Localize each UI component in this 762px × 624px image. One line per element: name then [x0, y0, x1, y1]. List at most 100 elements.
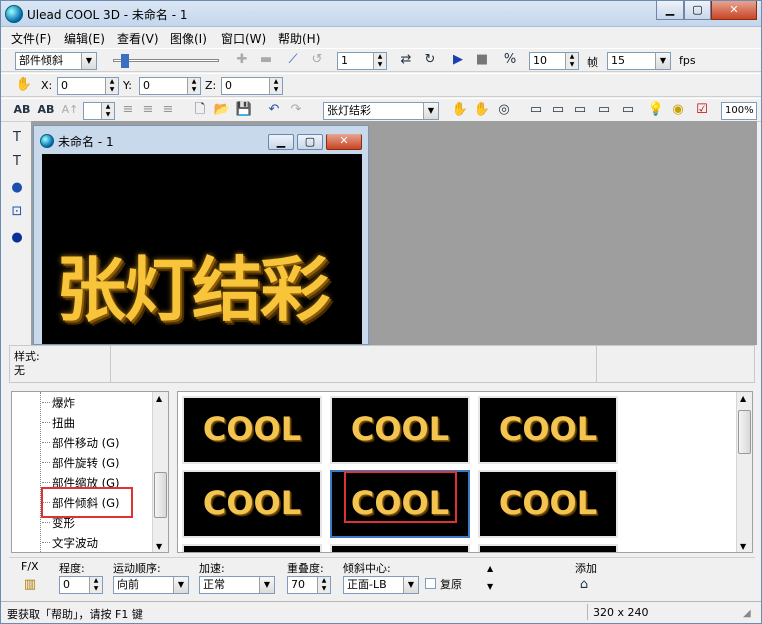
align-center-icon[interactable]: ≡ — [139, 101, 157, 119]
sphere-icon[interactable]: ● — [8, 229, 26, 247]
canvas[interactable]: 张灯结彩 — [42, 154, 362, 344]
remove-frame-icon[interactable]: ▬ — [257, 51, 275, 69]
menu-image[interactable]: 图像(I) — [170, 30, 207, 47]
new-file-icon[interactable]: 🗋 — [191, 101, 209, 119]
fps-select[interactable]: 15 ▼ — [607, 52, 671, 70]
order-select[interactable]: 向前 ▼ — [113, 576, 189, 594]
move-object-icon[interactable]: ✋ — [451, 101, 469, 119]
y-field[interactable]: 0 ▲ ▼ — [139, 77, 201, 95]
open-folder-icon[interactable]: 📂 — [213, 101, 231, 119]
menu-edit[interactable]: 编辑(E) — [64, 30, 105, 47]
menu-file[interactable]: 文件(F) — [11, 30, 51, 47]
tree-scrollbar[interactable]: ▲ ▼ — [152, 392, 168, 552]
stop-icon[interactable]: ■ — [473, 51, 491, 69]
menu-help[interactable]: 帮助(H) — [278, 30, 320, 47]
bevel-1-icon[interactable]: ▭ — [527, 101, 545, 119]
bevel-2-icon[interactable]: ▭ — [549, 101, 567, 119]
spin-icon[interactable]: ▲ ▼ — [373, 53, 386, 69]
gallery-thumbnail[interactable]: COOL — [478, 396, 618, 464]
menu-window[interactable]: 窗口(W) — [221, 30, 266, 47]
maximize-button[interactable]: ▢ — [684, 1, 711, 20]
hand-icon[interactable]: ✋ — [15, 76, 33, 94]
restore-checkbox[interactable] — [425, 578, 436, 589]
scroll-thumb[interactable] — [738, 410, 751, 454]
menu-view[interactable]: 查看(V) — [117, 30, 159, 47]
spin-icon[interactable]: ▲ ▼ — [187, 78, 200, 94]
spin-icon[interactable]: ▲ ▼ — [101, 103, 114, 119]
text-bold-icon[interactable]: AB — [37, 101, 55, 119]
text-style-icon[interactable]: AB — [13, 101, 31, 119]
zoom-field[interactable]: 100% — [721, 102, 757, 120]
doc-close-button[interactable]: ✕ — [326, 134, 362, 150]
check-box-icon[interactable]: ☑ — [693, 101, 711, 119]
tilt-center-select[interactable]: 正面-LB ▼ — [343, 576, 419, 594]
z-field[interactable]: 0 ▲ ▼ — [221, 77, 283, 95]
close-button[interactable]: ✕ — [711, 1, 757, 20]
scroll-down-icon[interactable]: ▼ — [156, 542, 162, 551]
bevel-5-icon[interactable]: ▭ — [619, 101, 637, 119]
save-icon[interactable]: 💾 — [235, 101, 253, 119]
fx-icon[interactable]: ▥ — [21, 576, 39, 594]
spin-icon[interactable]: ▲ ▼ — [269, 78, 282, 94]
timeline-slider[interactable] — [107, 53, 225, 69]
gallery-thumbnail[interactable] — [330, 544, 470, 552]
gallery-thumbnail[interactable]: COOL — [182, 396, 322, 464]
scroll-down-icon[interactable]: ▼ — [487, 582, 493, 591]
align-right-icon[interactable]: ≡ — [159, 101, 177, 119]
text-size-up-icon[interactable]: A↑ — [61, 101, 79, 119]
bevel-4-icon[interactable]: ▭ — [595, 101, 613, 119]
add-icon[interactable]: ⌂ — [575, 576, 593, 594]
object-select[interactable]: 张灯结彩 ▼ — [323, 102, 439, 120]
tree-item[interactable]: 文字波动 — [52, 535, 98, 551]
degree-stepper[interactable]: 0 ▲ ▼ — [59, 576, 103, 594]
gallery-thumbnail[interactable]: COOL — [330, 396, 470, 464]
insert-text-icon[interactable]: T — [8, 129, 26, 147]
select-object-icon[interactable]: ⊡ — [8, 203, 26, 221]
accel-select[interactable]: 正常 ▼ — [199, 576, 275, 594]
loop-icon[interactable]: ⇄ — [397, 51, 415, 69]
undo-icon[interactable]: ↶ — [265, 101, 283, 119]
frame-rate-icon[interactable]: % — [501, 51, 519, 69]
light-icon[interactable]: 💡 — [647, 101, 665, 119]
gallery-scrollbar[interactable]: ▲ ▼ — [736, 392, 752, 552]
scroll-thumb[interactable] — [154, 472, 167, 518]
tree-item[interactable]: 扭曲 — [52, 415, 75, 431]
tree-item[interactable]: 部件旋转 (G) — [52, 455, 120, 471]
gallery-thumbnail[interactable]: COOL — [182, 470, 322, 538]
insert-shape-icon[interactable]: ● — [8, 179, 26, 197]
undo-keyframe-icon[interactable]: ↺ — [308, 51, 326, 69]
slider-handle-icon[interactable] — [121, 54, 129, 68]
x-field[interactable]: 0 ▲ ▼ — [57, 77, 119, 95]
canvas-3d-text[interactable]: 张灯结彩 — [56, 234, 330, 335]
frame-stepper[interactable]: 1 ▲ ▼ — [337, 52, 387, 70]
gallery-thumbnail[interactable]: COOL — [478, 470, 618, 538]
gallery-thumbnail[interactable] — [478, 544, 618, 552]
edit-text-icon[interactable]: T — [8, 153, 26, 171]
overlap-stepper[interactable]: 70 ▲ ▼ — [287, 576, 331, 594]
refresh-icon[interactable]: ↻ — [421, 51, 439, 69]
spin-icon[interactable]: ▲ ▼ — [89, 577, 102, 593]
add-frame-icon[interactable]: ✚ — [233, 51, 251, 69]
spin-icon[interactable]: ▲ ▼ — [565, 53, 578, 69]
reverse-icon[interactable]: ⟋ — [284, 51, 302, 69]
char-spacing-stepper[interactable]: ▲ ▼ — [83, 102, 115, 120]
gallery-thumbnail[interactable] — [182, 544, 322, 552]
tree-item[interactable]: 部件移动 (G) — [52, 435, 120, 451]
globe-icon[interactable]: ◉ — [669, 101, 687, 119]
spin-icon[interactable]: ▲ ▼ — [317, 577, 330, 593]
scroll-up-icon[interactable]: ▲ — [156, 394, 162, 403]
bevel-3-icon[interactable]: ▭ — [571, 101, 589, 119]
align-left-icon[interactable]: ≡ — [119, 101, 137, 119]
effect-select[interactable]: 部件倾斜 ▼ — [15, 52, 97, 70]
spin-icon[interactable]: ▲ ▼ — [105, 78, 118, 94]
minimize-button[interactable]: ▁ — [656, 1, 684, 20]
scroll-down-icon[interactable]: ▼ — [740, 542, 746, 551]
tree-item[interactable]: 爆炸 — [52, 395, 75, 411]
rotate-object-icon[interactable]: ✋ — [473, 101, 491, 119]
scroll-up-icon[interactable]: ▲ — [740, 394, 746, 403]
scroll-up-icon[interactable]: ▲ — [487, 564, 493, 573]
size-object-icon[interactable]: ◎ — [495, 101, 513, 119]
doc-minimize-button[interactable]: ▁ — [268, 134, 294, 150]
resize-grip-icon[interactable]: ◢ — [743, 608, 751, 619]
redo-icon[interactable]: ↷ — [287, 101, 305, 119]
